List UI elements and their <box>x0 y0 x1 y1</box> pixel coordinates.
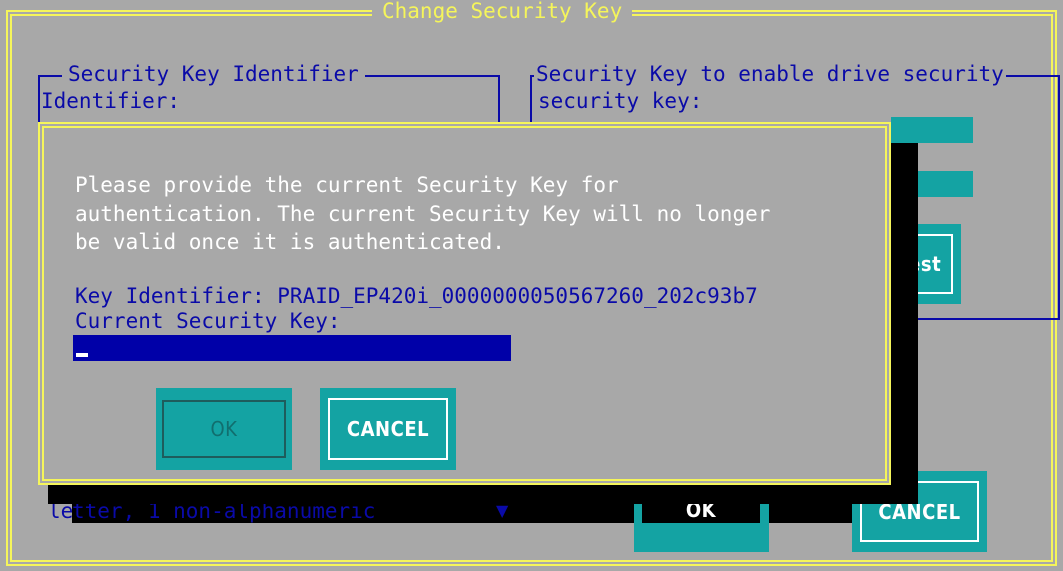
security-key-label: security key: <box>538 89 703 113</box>
dialog-ok-label: OK <box>210 417 238 441</box>
text-cursor <box>76 353 88 357</box>
current-security-key-input[interactable] <box>73 335 511 361</box>
identifier-group-title: Security Key Identifier <box>62 63 365 85</box>
dialog-message-line-1: Please provide the current Security Key … <box>75 173 619 197</box>
dialog-cancel-label: CANCEL <box>346 417 430 441</box>
security-key-field[interactable] <box>891 117 973 143</box>
dialog-shadow-bottom <box>48 485 918 504</box>
dialog-message-line-3: be valid once it is authenticated. <box>75 230 505 254</box>
dialog-cancel-button[interactable]: CANCEL <box>320 388 456 470</box>
window-title: Change Security Key <box>372 0 633 22</box>
dialog-shadow-right <box>891 143 918 500</box>
dialog-ok-button[interactable]: OK <box>156 388 292 470</box>
current-key-label: Current Security Key: <box>75 309 341 333</box>
identifier-label: Identifier: <box>41 89 181 113</box>
key-identifier-text: Key Identifier: PRAID_EP420i_00000000505… <box>75 284 758 308</box>
drive-security-group-title: Security Key to enable drive security <box>534 62 1006 86</box>
dialog-message-line-2: authentication. The current Security Key… <box>75 202 771 226</box>
